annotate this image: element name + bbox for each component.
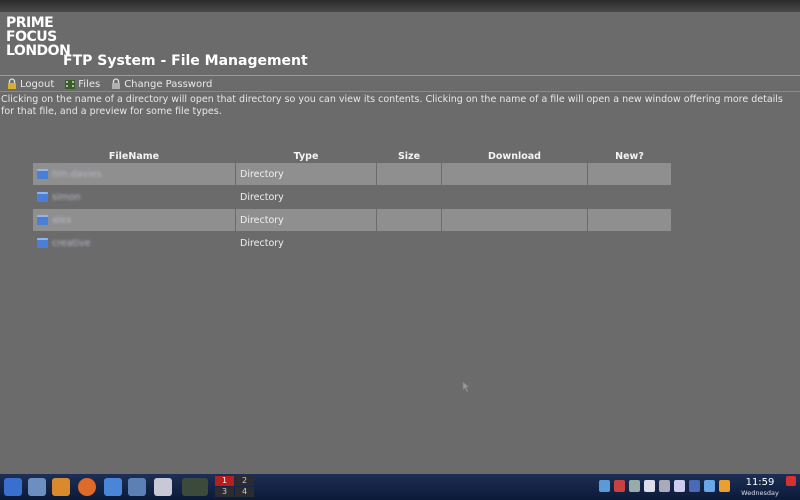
directory-link[interactable]: simon [52, 192, 81, 203]
table-row: simon Directory [33, 186, 671, 208]
new-cell [588, 209, 671, 231]
home-folder-icon[interactable] [52, 478, 70, 496]
directory-link[interactable]: alex [52, 215, 72, 226]
type-cell: Directory [240, 237, 284, 249]
pager-desktop-4[interactable]: 4 [235, 487, 254, 497]
taskbar-clock[interactable]: 11:59 Wednesday [740, 477, 780, 497]
download-cell [442, 186, 587, 208]
bluetooth-tray-icon[interactable] [674, 480, 685, 492]
update-tray-icon[interactable] [614, 480, 625, 492]
files-label: Files [78, 78, 101, 90]
directory-link[interactable]: tim.davies [52, 169, 102, 180]
header-new[interactable]: New? [588, 150, 671, 162]
volume-tray-icon[interactable] [704, 480, 715, 492]
files-link[interactable]: Files [64, 77, 100, 91]
editor-icon[interactable] [128, 478, 146, 496]
filename-cell[interactable]: tim.davies [33, 163, 235, 185]
mail-icon[interactable] [154, 478, 172, 496]
intro-text: Clicking on the name of a directory will… [1, 94, 783, 117]
pager-desktop-2[interactable]: 2 [235, 476, 254, 486]
folder-icon [37, 238, 48, 248]
logout-link[interactable]: Logout [6, 77, 54, 91]
header-size[interactable]: Size [377, 150, 441, 162]
table-header-row: FileName Type Size Download New? [33, 150, 671, 162]
nav-divider-bottom [0, 91, 800, 92]
type-cell: Directory [236, 163, 376, 185]
size-cell [377, 163, 441, 185]
file-table: FileName Type Size Download New? tim.dav… [32, 149, 672, 255]
printer-tray-icon[interactable] [629, 480, 640, 492]
firefox-icon[interactable] [78, 478, 96, 496]
kde-menu-icon[interactable] [4, 478, 22, 496]
padlock-icon [112, 78, 121, 89]
new-cell [588, 163, 671, 185]
clock-day: Wednesday [741, 489, 779, 497]
window-top-edge [0, 0, 800, 12]
header-filename[interactable]: FileName [33, 150, 235, 162]
folder-icon [37, 215, 48, 225]
download-cell [442, 163, 587, 185]
download-cell [442, 232, 587, 254]
type-cell: Directory [240, 191, 284, 203]
konqueror-icon[interactable] [104, 478, 122, 496]
logo-line: FOCUS [6, 29, 57, 45]
network-tray-icon[interactable] [599, 480, 610, 492]
folder-icon [37, 192, 48, 202]
film-icon [65, 80, 76, 89]
desktop-icon[interactable] [28, 478, 46, 496]
lock-icon [8, 78, 16, 89]
logout-label: Logout [20, 78, 55, 90]
logout-power-icon[interactable] [786, 476, 796, 486]
size-cell [377, 232, 441, 254]
table-row: tim.davies Directory [33, 163, 671, 185]
table-row: alex Directory [33, 209, 671, 231]
change-password-link[interactable]: Change Password [110, 77, 212, 91]
tools-icon[interactable] [182, 478, 208, 496]
header-download[interactable]: Download [442, 150, 587, 162]
new-cell [588, 232, 671, 254]
page-header: PRIME FOCUS LONDON FTP System - File Man… [0, 12, 800, 74]
clipboard-tray-icon[interactable] [644, 480, 655, 492]
table-row: creative Directory [33, 232, 671, 254]
pager-desktop-3[interactable]: 3 [215, 487, 234, 497]
header-type[interactable]: Type [236, 150, 376, 162]
nav-divider-top [0, 75, 800, 76]
download-cell [442, 209, 587, 231]
nav-bar: Logout Files Change Password [6, 77, 212, 91]
logo-line: PRIME [6, 15, 54, 31]
prime-focus-logo: PRIME FOCUS LONDON [6, 15, 71, 59]
filename-cell[interactable]: simon [33, 186, 235, 208]
filename-cell[interactable]: alex [33, 209, 235, 231]
busy-cursor-icon [462, 381, 470, 393]
battery-tray-icon[interactable] [719, 480, 730, 492]
folder-icon [37, 169, 48, 179]
directory-link[interactable]: creative [52, 238, 90, 249]
desktop-pager: 1 2 3 4 [215, 476, 255, 498]
headset-tray-icon[interactable] [689, 480, 700, 492]
size-cell [377, 209, 441, 231]
size-cell [377, 186, 441, 208]
filename-cell[interactable]: creative [33, 232, 235, 254]
pen-tray-icon[interactable] [659, 480, 670, 492]
change-password-label: Change Password [124, 78, 213, 90]
page-title: FTP System - File Management [63, 53, 308, 69]
new-cell [588, 186, 671, 208]
logo-line: LONDON [6, 43, 71, 59]
type-cell: Directory [236, 209, 376, 231]
pager-desktop-1[interactable]: 1 [215, 476, 234, 486]
clock-time: 11:59 [745, 477, 775, 488]
